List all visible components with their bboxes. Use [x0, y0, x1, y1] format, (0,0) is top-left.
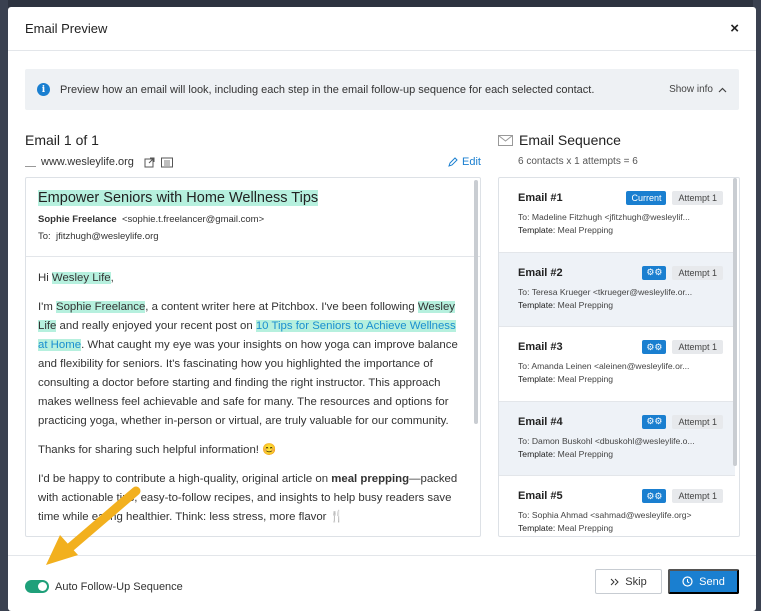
send-button[interactable]: Send — [668, 569, 739, 594]
to-email: jfitzhugh@wesleylife.org — [55, 231, 159, 242]
sequence-header: Email Sequence 6 contacts x 1 attempts =… — [498, 132, 740, 167]
paragraph-1: I'm Sophie Freelance, a content writer h… — [38, 301, 458, 427]
sequence-item-template: Template: Meal Prepping — [518, 523, 614, 533]
sequence-item-to: To: Teresa Krueger <tkrueger@wesleylife.… — [518, 286, 693, 297]
settings-icon[interactable]: ⚙⚙ — [642, 340, 667, 354]
sequence-item[interactable]: Email #2 ⚙⚙ Attempt 1 To: Teresa Krueger… — [499, 252, 735, 327]
annotation-arrow-icon — [46, 486, 141, 565]
external-link-icon[interactable] — [144, 157, 155, 168]
to-row: To: jfitzhugh@wesleylife.org — [38, 231, 468, 242]
sequence-item[interactable]: Email #1 Current Attempt 1 To: Madeline … — [499, 178, 735, 253]
backdrop — [0, 0, 8, 611]
greeting: Hi Wesley Life, — [38, 272, 114, 284]
info-icon: i — [37, 83, 50, 96]
edit-label: Edit — [462, 156, 481, 168]
sequence-title: Email Sequence — [498, 132, 740, 148]
site-row: www.wesleylife.org Edit — [25, 156, 481, 168]
sequence-item-template: Template: Meal Prepping — [518, 225, 614, 235]
skip-button[interactable]: Skip — [595, 569, 662, 594]
chevron-up-icon — [718, 87, 727, 92]
sequence-item-template: Template: Meal Prepping — [518, 448, 614, 459]
from-row: Sophie Freelance <sophie.t.freelancer@gm… — [38, 214, 468, 225]
sequence-list: Email #1 Current Attempt 1 To: Madeline … — [498, 177, 740, 537]
auto-follow-up-toggle-row: Auto Follow-Up Sequence — [25, 580, 183, 593]
show-info-label: Show info — [669, 84, 713, 95]
sequence-item[interactable]: Email #3 ⚙⚙ Attempt 1 To: Amanda Leinen … — [499, 327, 735, 402]
email-subject: Empower Seniors with Home Wellness Tips — [38, 190, 319, 206]
to-label: To: — [38, 231, 51, 242]
show-info-toggle[interactable]: Show info — [669, 84, 727, 95]
close-button[interactable]: × — [730, 20, 739, 37]
email-count: Email 1 of 1 — [25, 132, 99, 148]
preview-header: Email 1 of 1 www.wesleylife.org Edit — [25, 132, 481, 168]
clock-icon — [682, 576, 693, 587]
settings-icon[interactable]: ⚙⚙ — [642, 489, 667, 503]
email-head: Empower Seniors with Home Wellness Tips … — [26, 178, 480, 257]
attempt-badge: Attempt 1 — [672, 414, 723, 429]
sequence-subtitle: 6 contacts x 1 attempts = 6 — [518, 156, 638, 167]
attempt-badge: Attempt 1 — [672, 265, 723, 280]
info-bar: i Preview how an email will look, includ… — [25, 69, 739, 110]
auto-follow-up-toggle[interactable] — [25, 580, 49, 593]
sequence-item-to: To: Madeline Fitzhugh <jfitzhugh@wesleyl… — [518, 212, 690, 222]
current-badge: Current — [626, 191, 667, 205]
from-name: Sophie Freelance — [38, 214, 117, 225]
sequence-item[interactable]: Email #4 ⚙⚙ Attempt 1 To: Damon Buskohl … — [499, 401, 735, 476]
sequence-item-template: Template: Meal Prepping — [518, 374, 614, 384]
preview-scrollbar[interactable] — [474, 180, 478, 424]
attempt-badge: Attempt 1 — [672, 340, 723, 354]
sequence-item[interactable]: Email #5 ⚙⚙ Attempt 1 To: Sophia Ahmad <… — [499, 476, 735, 536]
sequence-item-to: To: Sophia Ahmad <sahmad@wesleylife.org> — [518, 510, 692, 520]
info-text: Preview how an email will look, includin… — [60, 83, 595, 96]
modal-header: Email Preview × — [8, 7, 756, 51]
details-icon[interactable] — [160, 157, 173, 168]
toggle-label: Auto Follow-Up Sequence — [55, 580, 183, 593]
double-chevron-right-icon — [610, 578, 620, 585]
sequence-scrollbar[interactable] — [733, 178, 737, 466]
settings-icon[interactable]: ⚙⚙ — [642, 265, 667, 280]
paragraph-2: Thanks for sharing such helpful informat… — [38, 444, 277, 456]
modal-title: Email Preview — [25, 21, 108, 36]
site-favicon-icon — [25, 158, 36, 167]
send-label: Send — [699, 575, 725, 588]
skip-label: Skip — [625, 575, 647, 588]
attempt-badge: Attempt 1 — [672, 489, 723, 503]
edit-link[interactable]: Edit — [448, 156, 481, 168]
settings-icon[interactable]: ⚙⚙ — [642, 414, 667, 429]
sequence-item-to: To: Amanda Leinen <aleinen@wesleylife.or… — [518, 361, 690, 371]
site-url: www.wesleylife.org — [41, 156, 134, 168]
pencil-icon — [448, 157, 458, 167]
from-email: <sophie.t.freelancer@gmail.com> — [121, 214, 265, 225]
sequence-item-to: To: Damon Buskohl <dbuskohl@wesleylife.o… — [518, 435, 695, 446]
sequence-item-template: Template: Meal Prepping — [518, 299, 614, 310]
envelope-icon — [498, 134, 513, 146]
attempt-badge: Attempt 1 — [672, 191, 723, 205]
